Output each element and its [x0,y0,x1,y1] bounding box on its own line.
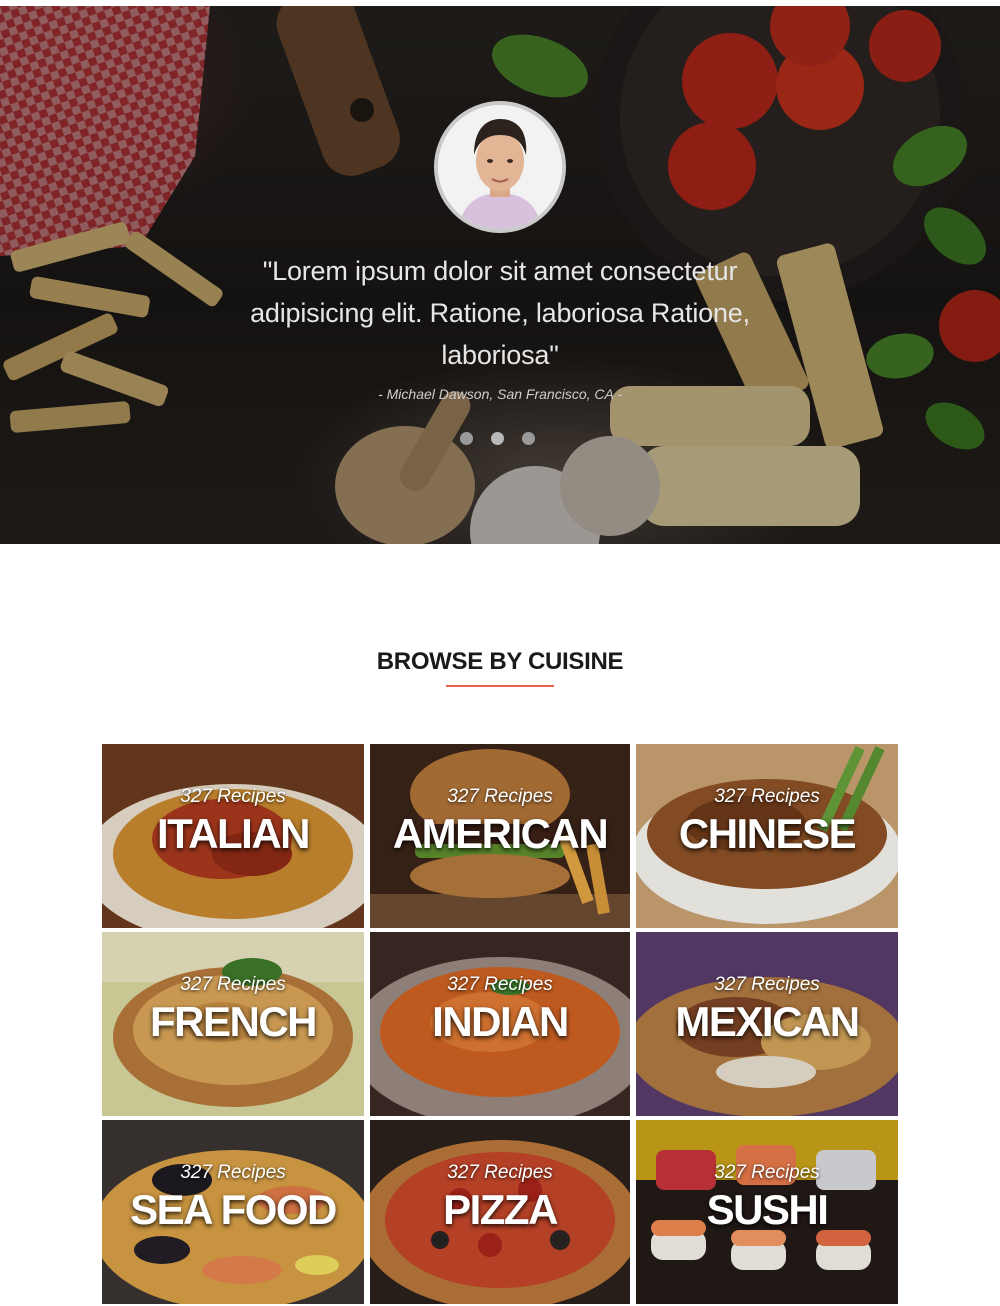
recipe-count: 327 Recipes [180,1162,286,1183]
section-title: BROWSE BY CUISINE [376,648,624,675]
recipe-count: 327 Recipes [714,786,820,807]
cuisine-tile-chinese[interactable]: 327 Recipes CHINESE [636,744,898,928]
cuisine-name: FRENCH [150,998,318,1045]
cuisine-name: INDIAN [432,998,569,1045]
cuisine-tile-sushi[interactable]: 327 Recipes SUSHI [636,1120,898,1304]
title-underline [446,685,554,687]
cuisine-tile-sea-food[interactable]: 327 Recipes SEA FOOD [102,1120,364,1304]
recipe-count: 327 Recipes [447,974,553,995]
carousel-dot-1[interactable] [460,432,473,445]
cuisine-tile-mexican[interactable]: 327 Recipes MEXICAN [636,932,898,1116]
recipe-count: 327 Recipes [714,1162,820,1183]
cuisine-name: PIZZA [443,1186,558,1233]
cuisine-tile-french[interactable]: 327 Recipes FRENCH [102,932,364,1116]
testimonial-avatar [434,101,566,233]
carousel-dot-3[interactable] [522,432,535,445]
cuisine-tile-american[interactable]: 327 Recipes AMERICAN [370,744,630,928]
cuisine-name: MEXICAN [675,998,860,1045]
recipe-count: 327 Recipes [447,1162,553,1183]
cuisine-name: AMERICAN [392,810,609,857]
carousel-pagination [460,432,535,445]
recipe-count: 327 Recipes [180,786,286,807]
cuisine-name: SEA FOOD [130,1186,337,1233]
cuisine-grid: 327 Recipes ITALIAN 327 Recipes AMERICAN… [102,744,898,1304]
cuisine-tile-italian[interactable]: 327 Recipes ITALIAN [102,744,364,928]
testimonial-author: - Michael Dawson, San Francisco, CA - [378,386,622,402]
cuisine-name: SUSHI [706,1186,829,1233]
cuisine-tile-indian[interactable]: 327 Recipes INDIAN [370,932,630,1116]
carousel-dot-2[interactable] [491,432,504,445]
testimonial-section: "Lorem ipsum dolor sit amet consectetur … [0,6,1000,544]
cuisine-name: ITALIAN [156,810,311,857]
recipe-count: 327 Recipes [447,786,553,807]
person-avatar-icon [438,105,562,229]
cuisine-tile-pizza[interactable]: 327 Recipes PIZZA [370,1120,630,1304]
recipe-count: 327 Recipes [714,974,820,995]
recipe-count: 327 Recipes [180,974,286,995]
cuisine-name: CHINESE [678,810,857,857]
testimonial-quote: "Lorem ipsum dolor sit amet consectetur … [250,256,750,370]
